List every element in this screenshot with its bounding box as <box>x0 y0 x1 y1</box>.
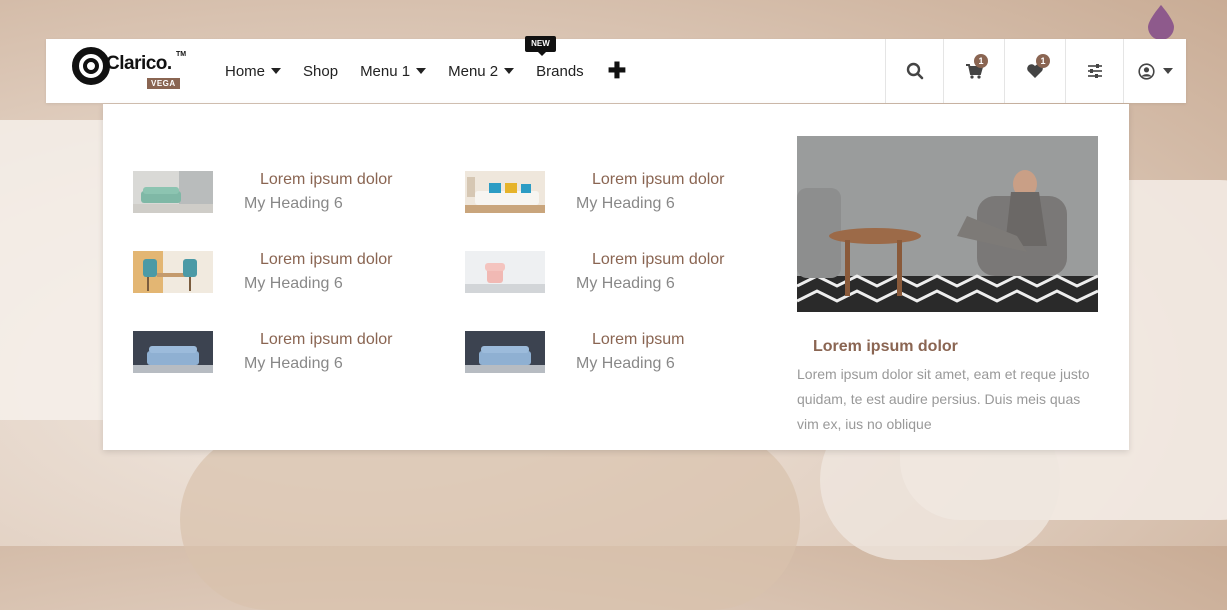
background-pillow <box>180 430 800 610</box>
product-thumbnail <box>133 251 213 293</box>
item-subtitle: My Heading 6 <box>576 195 675 212</box>
mega-menu-item[interactable]: Lorem ipsum dolor My Heading 6 <box>133 331 433 381</box>
nav-item-label: Menu 2 <box>448 62 499 80</box>
caret-down-icon <box>504 68 515 74</box>
main-menu: Home Shop Menu 1 Menu 2 NEW Brands ✚ <box>225 35 648 103</box>
product-thumbnail <box>133 171 213 213</box>
caret-down-icon <box>1162 68 1173 74</box>
product-thumbnail <box>133 331 213 373</box>
nav-item-label: Menu 1 <box>360 62 411 80</box>
wishlist-button[interactable]: 1 <box>1004 39 1065 103</box>
item-subtitle: My Heading 6 <box>576 275 675 292</box>
header-navbar: Clarico. TM VEGA Home Shop Menu 1 Menu 2… <box>46 35 1186 103</box>
item-title: Lorem ipsum dolor <box>260 251 393 268</box>
brand-trademark: TM <box>176 51 187 58</box>
user-circle-icon <box>1137 62 1155 80</box>
mega-menu-item[interactable]: Lorem ipsum dolor My Heading 6 <box>133 251 433 301</box>
caret-down-icon <box>271 68 282 74</box>
nav-item-label: Home <box>225 62 266 80</box>
featured-title: Lorem ipsum dolor <box>813 338 958 355</box>
brand-logo[interactable]: Clarico. TM VEGA <box>72 47 187 97</box>
item-title: Lorem ipsum dolor <box>592 171 725 188</box>
cart-button[interactable]: 1 <box>943 39 1004 103</box>
nav-item-label: Shop <box>303 62 339 80</box>
item-subtitle: My Heading 6 <box>244 355 343 372</box>
nav-item-brands[interactable]: NEW Brands <box>525 35 584 80</box>
featured-description: Lorem ipsum dolor sit amet, eam et reque… <box>797 366 1090 432</box>
drop-icon[interactable] <box>1147 4 1175 40</box>
item-title: Lorem ipsum dolor <box>260 331 393 348</box>
nav-item-shop[interactable]: Shop <box>303 63 338 80</box>
item-title: Lorem ipsum dolor <box>592 251 725 268</box>
nav-item-menu-1[interactable]: Menu 1 <box>360 62 427 80</box>
wishlist-count-badge: 1 <box>1036 54 1050 68</box>
account-menu-button[interactable] <box>1123 39 1186 103</box>
mega-menu-item[interactable]: Lorem ipsum My Heading 6 <box>465 331 765 381</box>
mega-menu-item[interactable]: Lorem ipsum dolor My Heading 6 <box>465 171 765 221</box>
item-title: Lorem ipsum dolor <box>260 171 393 188</box>
search-button[interactable] <box>885 39 943 103</box>
caret-down-icon <box>416 68 427 74</box>
mega-menu-item[interactable]: Lorem ipsum dolor My Heading 6 <box>133 171 433 221</box>
new-badge: NEW <box>525 35 556 56</box>
featured-image[interactable] <box>797 136 1098 312</box>
mega-menu-dropdown: Lorem ipsum dolor My Heading 6 Lorem ips… <box>103 104 1129 450</box>
cart-count-badge: 1 <box>974 54 988 68</box>
brand-name: Clarico. <box>106 53 172 74</box>
item-subtitle: My Heading 6 <box>576 355 675 372</box>
filter-button[interactable] <box>1065 39 1123 103</box>
search-icon <box>906 62 923 80</box>
product-thumbnail <box>465 331 545 373</box>
more-menu-plus-icon[interactable]: ✚ <box>608 58 626 84</box>
product-thumbnail <box>465 251 545 293</box>
brand-edition: VEGA <box>147 78 180 89</box>
item-subtitle: My Heading 6 <box>244 275 343 292</box>
nav-item-menu-2[interactable]: Menu 2 <box>448 62 515 80</box>
mega-menu-item[interactable]: Lorem ipsum dolor My Heading 6 <box>465 251 765 301</box>
nav-item-label: Brands <box>536 62 584 80</box>
item-title: Lorem ipsum <box>592 331 685 348</box>
product-thumbnail <box>465 171 545 213</box>
item-subtitle: My Heading 6 <box>244 195 343 212</box>
nav-item-home[interactable]: Home <box>225 62 282 80</box>
sliders-icon <box>1087 64 1102 78</box>
logo-mark-inner <box>83 58 99 74</box>
header-actions: 1 1 <box>885 39 1186 103</box>
